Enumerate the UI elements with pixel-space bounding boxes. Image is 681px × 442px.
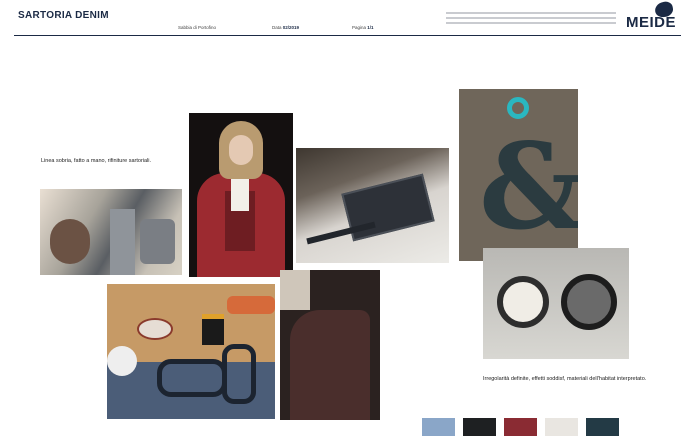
header-divider (14, 35, 681, 36)
brand-logo: MEIDE (626, 14, 677, 31)
caption-left: Linea sobria, fatto a mano, rifiniture s… (41, 158, 152, 164)
ampersand-photo: & (459, 89, 578, 261)
pocket-detail-photo (296, 148, 449, 263)
color-swatch-1 (422, 418, 455, 436)
caption-right: Irregolarità definite, effetti soddisf, … (483, 376, 647, 382)
ceramic-bowls-photo (483, 248, 629, 359)
meta-page: Pagina 1/1 (352, 25, 374, 30)
page-title: SARTORIA DENIM (18, 10, 109, 21)
craft-tools-photo (40, 189, 182, 275)
woman-red-suit-photo (189, 113, 293, 277)
color-palette (422, 418, 619, 436)
meta-date: Data 02/2019 (272, 25, 300, 30)
color-swatch-5 (586, 418, 619, 436)
meta-collection: Sabbia di Portofino (178, 25, 217, 30)
sewing-desk-photo (107, 284, 275, 419)
header: SARTORIA DENIM Sabbia di Portofino Data … (0, 0, 681, 40)
fine-print (446, 12, 616, 27)
leather-garment-photo (280, 270, 380, 420)
color-swatch-4 (545, 418, 578, 436)
color-swatch-2 (463, 418, 496, 436)
color-swatch-3 (504, 418, 537, 436)
